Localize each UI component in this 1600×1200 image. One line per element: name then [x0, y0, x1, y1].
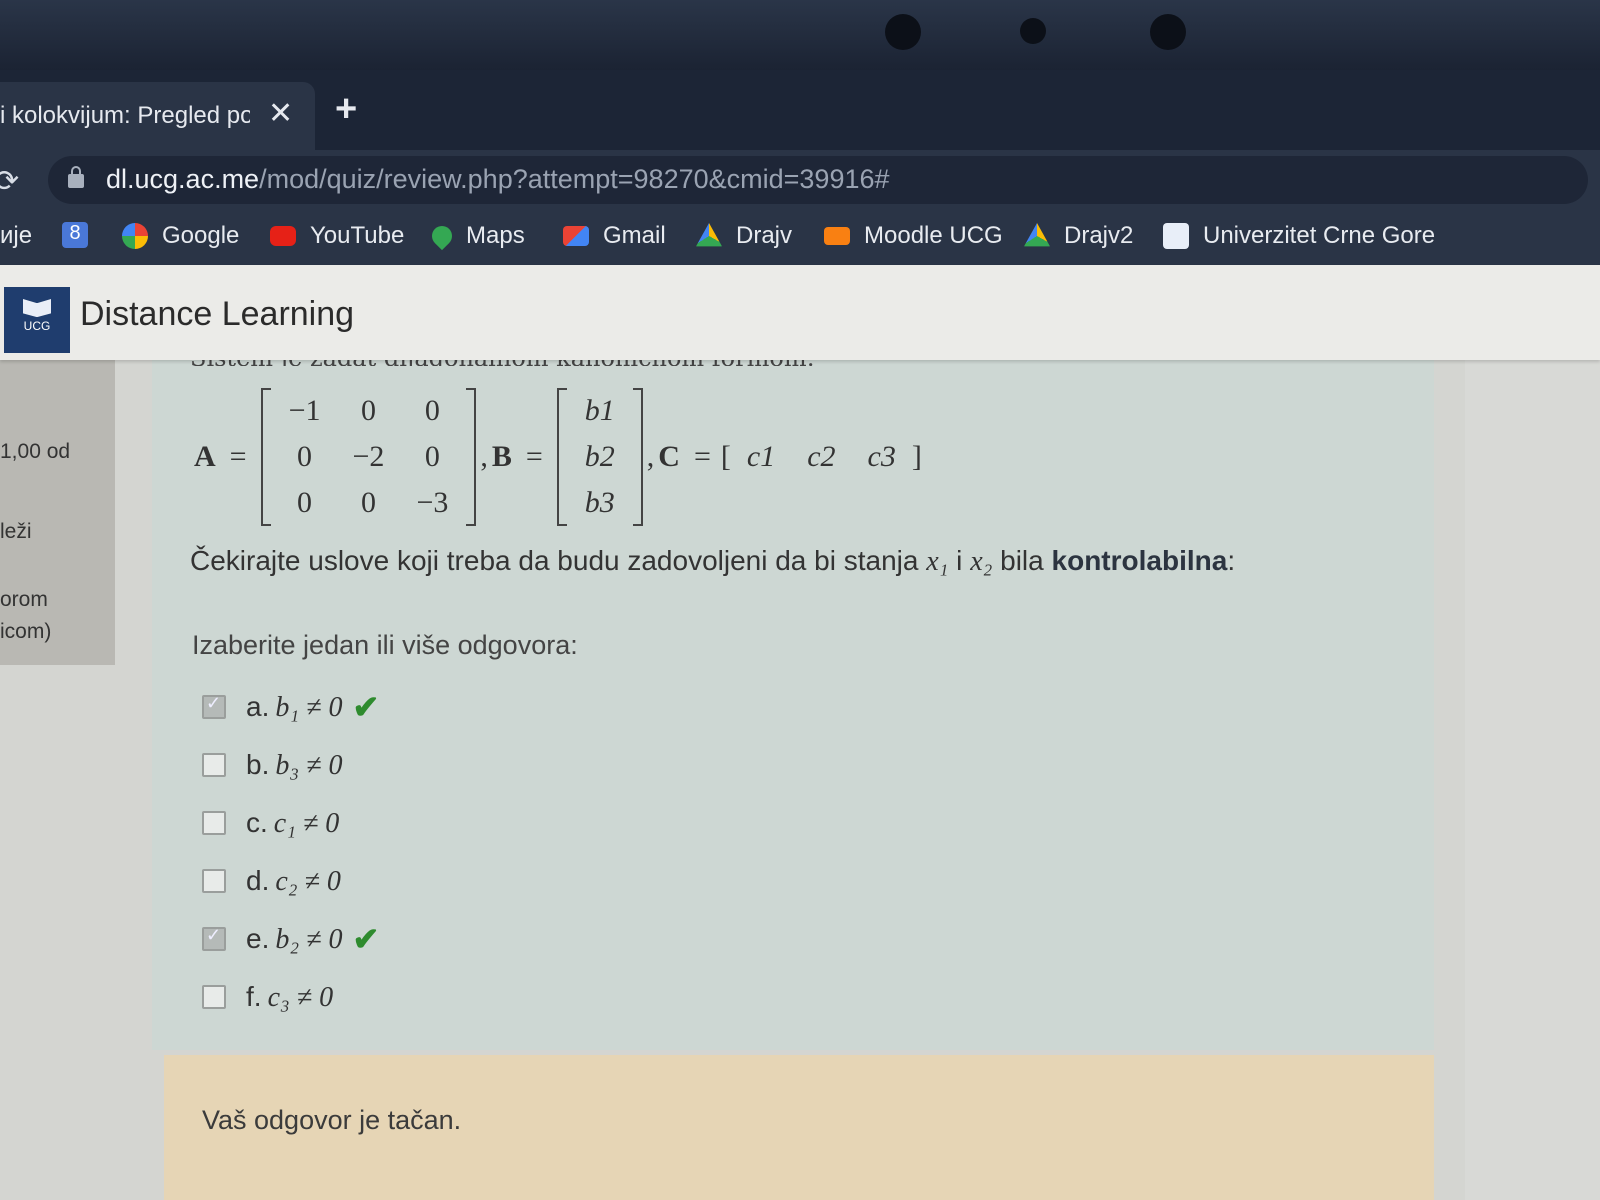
bookmark-8[interactable]: 8	[62, 222, 102, 248]
tab-strip: i kolokvijum: Pregled po ✕ +	[0, 70, 1600, 150]
check-icon: ✔	[352, 921, 380, 957]
info-text: leži	[0, 520, 32, 543]
site-header: UCG Distance Learning	[0, 265, 1600, 360]
matrix-b: b1 b2 b3	[556, 388, 643, 526]
google-icon	[122, 223, 148, 249]
matrix-cell: 0	[360, 394, 376, 427]
laptop-bezel	[0, 0, 1600, 70]
camera-icon	[1150, 14, 1186, 50]
matrix-cell: b1	[584, 394, 615, 427]
matrix-cell: 0	[297, 486, 313, 519]
ucg-logo[interactable]: UCG	[4, 287, 70, 353]
drive-icon	[1024, 223, 1050, 247]
matrix-cell: 0	[297, 440, 313, 473]
address-bar[interactable]: dl.ucg.ac.me/mod/quiz/review.php?attempt…	[48, 156, 1588, 204]
answer-checkbox[interactable]	[202, 985, 226, 1009]
bookmark-youtube[interactable]: YouTube	[270, 222, 404, 250]
bookmark-maps[interactable]: Maps	[427, 221, 525, 251]
answer-list: a.b₁ ≠ 0 ✔ b.b₃ ≠ 0 c.c₁ ≠ 0 d.c₂ ≠ 0 e.…	[202, 678, 379, 1026]
answer-checkbox[interactable]	[202, 869, 226, 893]
gmail-icon	[563, 226, 589, 246]
bookmark-drajv2[interactable]: Drajv2	[1024, 222, 1133, 250]
answer-option-e[interactable]: e.b₂ ≠ 0 ✔	[202, 910, 379, 968]
sensor-icon	[1020, 18, 1046, 44]
ucg-icon	[1163, 223, 1189, 249]
answer-option-f[interactable]: f. c₃ ≠ 0	[202, 968, 379, 1026]
bookmark-google[interactable]: Google	[122, 222, 239, 250]
lock-icon[interactable]	[68, 166, 84, 188]
browser-tab[interactable]: i kolokvijum: Pregled po ✕	[0, 82, 315, 150]
tab-title: i kolokvijum: Pregled po	[0, 102, 250, 129]
matrix-cell: 0	[424, 394, 440, 427]
moodle-icon	[824, 227, 850, 245]
reload-icon[interactable]: ⟳	[0, 164, 19, 199]
camera-icon	[885, 14, 921, 50]
matrix-cell: c2	[807, 440, 836, 473]
answer-prompt: Izaberite jedan ili više odgovora:	[192, 630, 578, 660]
answer-checkbox[interactable]	[202, 753, 226, 777]
matrix-cell: −3	[416, 486, 449, 519]
answer-option-a[interactable]: a.b₁ ≠ 0 ✔	[202, 678, 379, 736]
info-text: icom)	[0, 620, 52, 643]
answer-option-d[interactable]: d. c₂ ≠ 0	[202, 852, 379, 910]
answer-checkbox[interactable]	[202, 811, 226, 835]
check-icon: ✔	[352, 689, 380, 725]
bookmarks-bar: ије 8 Google YouTube Maps Gmail Drajv Mo…	[0, 218, 1600, 262]
maps-icon	[427, 221, 457, 251]
matrix-cell: 0	[424, 440, 440, 473]
bookmark-ucg[interactable]: Univerzitet Crne Gore	[1163, 222, 1435, 250]
matrix-a: −1 0 0 0 −2 0 0 0 −3	[260, 388, 477, 526]
matrix-a-label: A	[194, 440, 216, 473]
answer-option-b[interactable]: b. b₃ ≠ 0	[202, 736, 379, 794]
matrix-cell: c1	[746, 440, 776, 473]
book-icon	[23, 299, 51, 317]
bookmark-drajv[interactable]: Drajv	[696, 222, 792, 250]
youtube-icon	[270, 226, 296, 246]
new-tab-button[interactable]: +	[335, 88, 357, 131]
matrix-b-label: B	[491, 440, 512, 473]
bookmark-gmail[interactable]: Gmail	[563, 222, 666, 250]
matrix-c-label: C	[658, 440, 680, 473]
question-text: Čekirajte uslove koji treba da budu zado…	[190, 545, 1236, 577]
url-text: dl.ucg.ac.me/mod/quiz/review.php?attempt…	[106, 164, 890, 194]
question-box: Sistem je zadat dijagonalnom kanoničnom …	[152, 344, 1434, 1050]
feedback-box: Vaš odgovor je tačan.	[164, 1055, 1434, 1200]
browser-toolbar: ⟳ dl.ucg.ac.me/mod/quiz/review.php?attem…	[0, 150, 1600, 265]
right-margin	[1465, 360, 1600, 1200]
8-icon: 8	[62, 222, 88, 248]
grade-text: 1,00 od	[0, 440, 71, 463]
page-content: UCG Distance Learning 1,00 od leži orom …	[0, 265, 1600, 1200]
answer-option-c[interactable]: c. c₁ ≠ 0	[202, 794, 379, 852]
close-icon[interactable]: ✕	[268, 96, 293, 131]
system-matrices: A = −1 0 0 0 −2 0 0 0 −3 , B = b1 b2 b3 …	[190, 388, 922, 526]
drive-icon	[696, 223, 722, 247]
matrix-cell: c3	[867, 440, 896, 473]
bookmark-apps[interactable]: ије	[0, 222, 32, 250]
feedback-text: Vaš odgovor je tačan.	[202, 1105, 462, 1135]
matrix-cell: −2	[352, 440, 385, 473]
matrix-cell: −1	[288, 394, 321, 427]
matrix-cell: b3	[584, 486, 615, 519]
info-text: orom	[0, 588, 48, 611]
question-info-panel: 1,00 od leži orom icom)	[0, 360, 115, 665]
site-title[interactable]: Distance Learning	[80, 295, 354, 334]
answer-checkbox[interactable]	[202, 925, 226, 951]
answer-checkbox[interactable]	[202, 693, 226, 719]
bookmark-moodle[interactable]: Moodle UCG	[824, 222, 1003, 250]
matrix-cell: 0	[360, 486, 376, 519]
matrix-cell: b2	[584, 440, 615, 473]
